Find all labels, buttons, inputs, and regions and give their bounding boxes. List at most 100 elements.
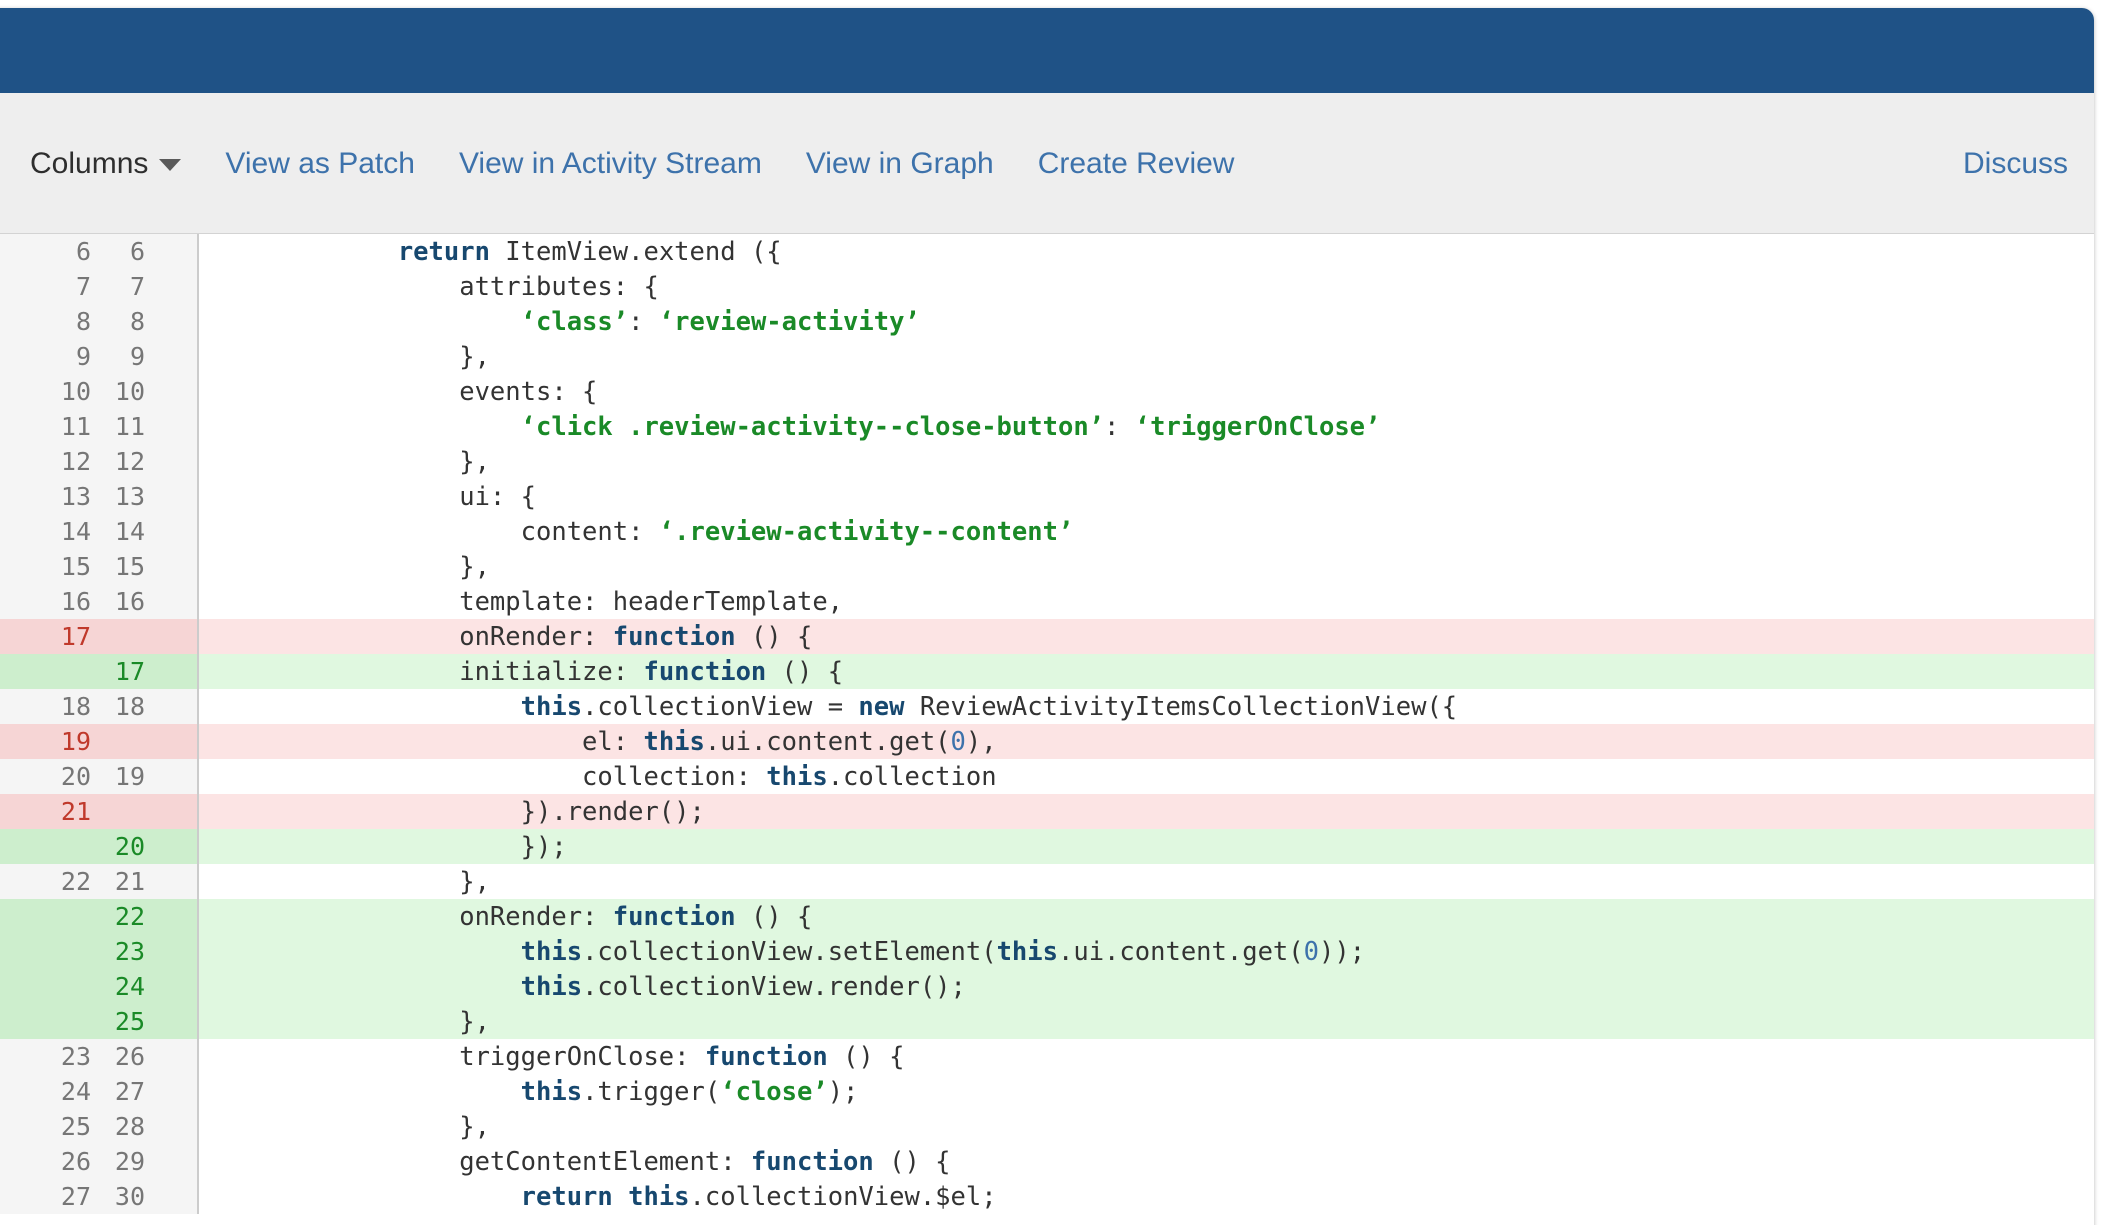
diff-row[interactable]: 22 onRender: function () { [0, 899, 2094, 934]
old-line-number: 22 [60, 867, 91, 896]
diff-row[interactable]: 66 return ItemView.extend ({ [0, 234, 2094, 269]
diff-line-gutter: 17 [0, 654, 199, 689]
diff-code-line: ‘class’: ‘review-activity’ [199, 304, 2094, 339]
old-line-number: 16 [60, 587, 91, 616]
new-line-number: 15 [114, 552, 145, 581]
diff-row[interactable]: 12 12 }, [0, 444, 2094, 479]
old-line-number: 19 [60, 727, 91, 756]
diff-row[interactable]: 18 18 this .collectionView = new ReviewAct… [0, 689, 2094, 724]
diff-code-line: initialize: function () { [199, 654, 2094, 689]
diff-row[interactable]: 21 }).render(); [0, 794, 2094, 829]
diff-code-line: onRender: function () { [199, 899, 2094, 934]
new-line-number: 11 [114, 412, 145, 441]
new-line-number: 7 [129, 272, 145, 301]
new-line-number: 22 [114, 902, 145, 931]
diff-line-gutter: 23 [0, 934, 199, 969]
diff-row[interactable]: 25 28 }, [0, 1109, 2094, 1144]
diff-row[interactable]: 13 13 ui: { [0, 479, 2094, 514]
diff-code-line: content: ‘.review-activity--content’ [199, 514, 2094, 549]
diff-line-gutter: 17 [0, 619, 199, 654]
diff-line-gutter: 66 [0, 234, 199, 269]
old-line-number: 18 [60, 692, 91, 721]
new-line-number: 26 [114, 1042, 145, 1071]
diff-line-gutter: 24 27 [0, 1074, 199, 1109]
diff-code-line: this .collectionView = new ReviewActivity… [199, 689, 2094, 724]
old-line-number: 17 [60, 622, 91, 651]
new-line-number: 8 [129, 307, 145, 336]
diff-code-line: el: this .ui.content.get(0), [199, 724, 2094, 759]
diff-line-gutter: 20 [0, 829, 199, 864]
diff-toolbar: Columns View as Patch View in Activity S… [0, 93, 2094, 234]
diff-row[interactable]: 27 30 return this .collectionView.$el; [0, 1179, 2094, 1214]
diff-row[interactable]: 15 15 }, [0, 549, 2094, 584]
new-line-number: 20 [114, 832, 145, 861]
new-line-number: 6 [129, 237, 145, 266]
diff-row[interactable]: 14 14 content: ‘.review-activity--content… [0, 514, 2094, 549]
new-line-number: 14 [114, 517, 145, 546]
old-line-number: 25 [60, 1112, 91, 1141]
view-in-activity-stream-link[interactable]: View in Activity Stream [459, 141, 762, 186]
old-line-number: 23 [60, 1042, 91, 1071]
diff-line-gutter: 26 29 [0, 1144, 199, 1179]
discuss-link[interactable]: Discuss [1963, 141, 2068, 186]
window-titlebar [0, 8, 2094, 93]
diff-viewer[interactable]: 66 return ItemView.extend ({7 7 attribute… [0, 234, 2094, 1214]
diff-row[interactable]: 20 19 collection: this .collection [0, 759, 2094, 794]
view-as-patch-link[interactable]: View as Patch [225, 141, 415, 186]
create-review-link[interactable]: Create Review [1038, 141, 1235, 186]
diff-row[interactable]: 24 this .collectionView.render(); [0, 969, 2094, 1004]
diff-code-line: }, [199, 549, 2094, 584]
new-line-number: 13 [114, 482, 145, 511]
diff-line-gutter: 18 18 [0, 689, 199, 724]
diff-row[interactable]: 77 attributes: { [0, 269, 2094, 304]
diff-code-line: this .collectionView.render(); [199, 969, 2094, 1004]
new-line-number: 19 [114, 762, 145, 791]
chevron-down-icon [159, 159, 182, 171]
diff-row[interactable]: 26 29 getContentElement: function () { [0, 1144, 2094, 1179]
diff-line-gutter: 15 15 [0, 549, 199, 584]
new-line-number: 28 [114, 1112, 145, 1141]
diff-row[interactable]: 19 el: this .ui.content.get(0), [0, 724, 2094, 759]
new-line-number: 29 [114, 1147, 145, 1176]
diff-row[interactable]: 99 }, [0, 339, 2094, 374]
page-root: Columns View as Patch View in Activity S… [0, 0, 2113, 1225]
diff-line-gutter: 22 21 [0, 864, 199, 899]
old-line-number: 8 [75, 307, 91, 336]
diff-row[interactable]: 20 }); [0, 829, 2094, 864]
columns-dropdown[interactable]: Columns [30, 141, 182, 186]
old-line-number: 20 [60, 762, 91, 791]
diff-code-line: triggerOnClose: function () { [199, 1039, 2094, 1074]
diff-row[interactable]: 17 onRender: function () { [0, 619, 2094, 654]
diff-row[interactable]: 16 16 template: headerTemplate, [0, 584, 2094, 619]
diff-row[interactable]: 8 8 ‘class’: ‘review-activity’ [0, 304, 2094, 339]
new-line-number: 30 [114, 1182, 145, 1211]
diff-row[interactable]: 24 27 this .trigger(‘close’); [0, 1074, 2094, 1109]
diff-code-line: return this .collectionView.$el; [199, 1179, 2094, 1214]
diff-row[interactable]: 23 this .collectionView.setElement(this .u… [0, 934, 2094, 969]
diff-row[interactable]: 22 21 }, [0, 864, 2094, 899]
diff-row[interactable]: 23 26 triggerOnClose: function () { [0, 1039, 2094, 1074]
new-line-number: 12 [114, 447, 145, 476]
old-line-number: 7 [75, 272, 91, 301]
new-line-number: 10 [114, 377, 145, 406]
old-line-number: 27 [60, 1182, 91, 1211]
old-line-number: 11 [60, 412, 91, 441]
diff-code-line: }).render(); [199, 794, 2094, 829]
diff-line-gutter: 99 [0, 339, 199, 374]
diff-code-line: attributes: { [199, 269, 2094, 304]
diff-line-gutter: 77 [0, 269, 199, 304]
view-in-graph-link[interactable]: View in Graph [806, 141, 994, 186]
diff-row[interactable]: 10 10 events: { [0, 374, 2094, 409]
diff-line-gutter: 23 26 [0, 1039, 199, 1074]
diff-code-line: this .collectionView.setElement(this .ui.c… [199, 934, 2094, 969]
diff-row[interactable]: 25 }, [0, 1004, 2094, 1039]
diff-code-line: }); [199, 829, 2094, 864]
diff-code-line: template: headerTemplate, [199, 584, 2094, 619]
diff-row[interactable]: 11 11 ‘click .review-activity--close-butt… [0, 409, 2094, 444]
diff-row[interactable]: 17 initialize: function () { [0, 654, 2094, 689]
new-line-number: 25 [114, 1007, 145, 1036]
diff-code-line: }, [199, 444, 2094, 479]
diff-line-gutter: 20 19 [0, 759, 199, 794]
diff-code-line: }, [199, 1004, 2094, 1039]
diff-code-line: events: { [199, 374, 2094, 409]
